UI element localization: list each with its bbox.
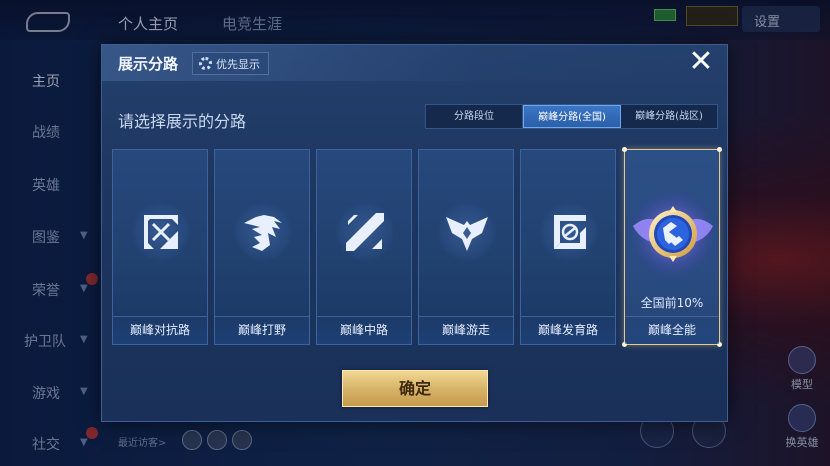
tab-lane-rank[interactable]: 分路段位	[426, 105, 523, 128]
mid-lane-icon	[346, 213, 384, 251]
lane-card-jungle[interactable]: 巅峰打野	[214, 149, 310, 345]
lane-tabs: 分路段位 巅峰分路(全国) 巅峰分路(战区)	[425, 104, 718, 129]
card-label: 巅峰游走	[441, 323, 490, 337]
roam-icon	[446, 217, 488, 251]
lane-display-dialog: 展示分路 优先显示 ✕ 请选择展示的分路 分路段位 巅峰分路(全国) 巅峰分路(…	[101, 44, 728, 422]
rank-percentile: 全国前10%	[640, 296, 704, 310]
lane-card-roam[interactable]: 巅峰游走	[418, 149, 514, 345]
close-icon[interactable]: ✕	[687, 47, 715, 77]
lane-card-all-round[interactable]: 全国前10% 巅峰全能	[622, 147, 722, 347]
card-label: 巅峰发育路	[537, 323, 598, 337]
lane-card-clash[interactable]: 巅峰对抗路	[112, 149, 208, 345]
all-round-badge-icon	[627, 188, 719, 280]
corner-dot	[622, 147, 627, 152]
corner-dot	[717, 147, 722, 152]
dialog-subtitle: 请选择展示的分路	[118, 112, 247, 131]
tab-peak-lane-national[interactable]: 巅峰分路(全国)	[523, 105, 621, 128]
priority-display-label: 优先显示	[216, 57, 260, 71]
farm-lane-icon	[554, 215, 586, 249]
card-label: 巅峰打野	[237, 323, 286, 337]
priority-display-button[interactable]: 优先显示	[192, 52, 269, 75]
dialog-title: 展示分路	[118, 55, 179, 73]
lane-cards: 巅峰对抗路 巅峰打野 巅峰中路 巅峰游走 巅峰发育路 全国前10% 巅峰全能	[112, 147, 722, 347]
lane-card-farm[interactable]: 巅峰发育路	[520, 149, 616, 345]
lane-card-mid[interactable]: 巅峰中路	[316, 149, 412, 345]
card-label: 巅峰中路	[339, 323, 388, 337]
confirm-button[interactable]: 确定	[342, 370, 488, 407]
card-label: 巅峰对抗路	[129, 323, 190, 337]
gear-icon	[199, 57, 212, 70]
card-label: 巅峰全能	[647, 323, 696, 337]
clash-lane-icon	[144, 215, 178, 249]
tab-peak-lane-region[interactable]: 巅峰分路(战区)	[621, 105, 717, 128]
jungle-icon	[244, 215, 282, 251]
